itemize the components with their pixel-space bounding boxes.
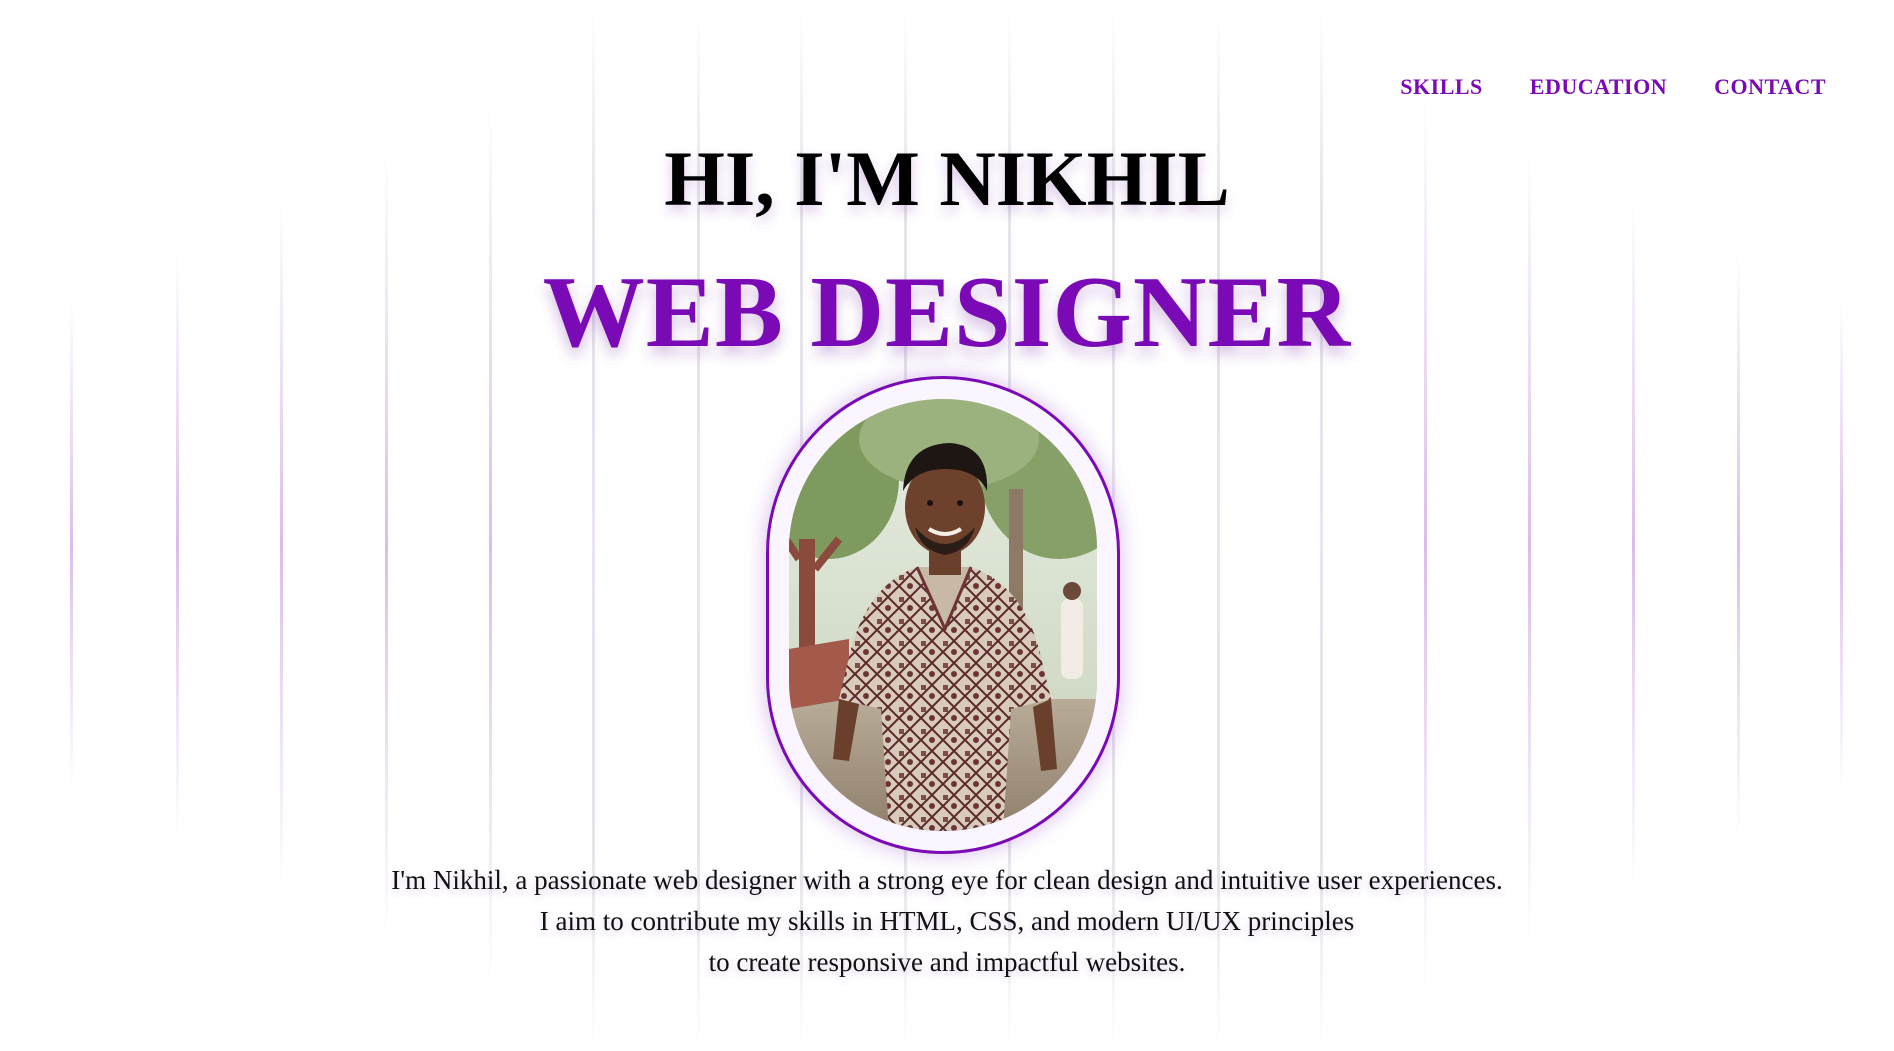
background-line (70, 300, 73, 790)
nav-link-skills[interactable]: SKILLS (1400, 74, 1483, 100)
bio-line: I aim to contribute my skills in HTML, C… (539, 906, 1355, 936)
top-nav: SKILLS EDUCATION CONTACT (1400, 74, 1826, 100)
bio-line: I'm Nikhil, a passionate web designer wi… (391, 865, 1503, 895)
hero-greeting: HI, I'M NIKHIL (664, 135, 1230, 222)
bio-paragraph: I'm Nikhil, a passionate web designer wi… (0, 860, 1894, 983)
background-line (489, 100, 492, 990)
nav-link-education[interactable]: EDUCATION (1530, 74, 1667, 100)
nav-link-contact[interactable]: CONTACT (1714, 74, 1826, 100)
background-line (1424, 100, 1427, 990)
portrait-frame (766, 376, 1120, 854)
background-line (1840, 300, 1843, 790)
hero-role: WEB DESIGNER (542, 256, 1352, 369)
profile-photo-icon (789, 399, 1097, 831)
profile-photo (789, 399, 1097, 831)
bio-line: to create responsive and impactful websi… (708, 947, 1186, 977)
page: SKILLS EDUCATION CONTACT HI, I'M NIKHIL … (0, 0, 1894, 1051)
